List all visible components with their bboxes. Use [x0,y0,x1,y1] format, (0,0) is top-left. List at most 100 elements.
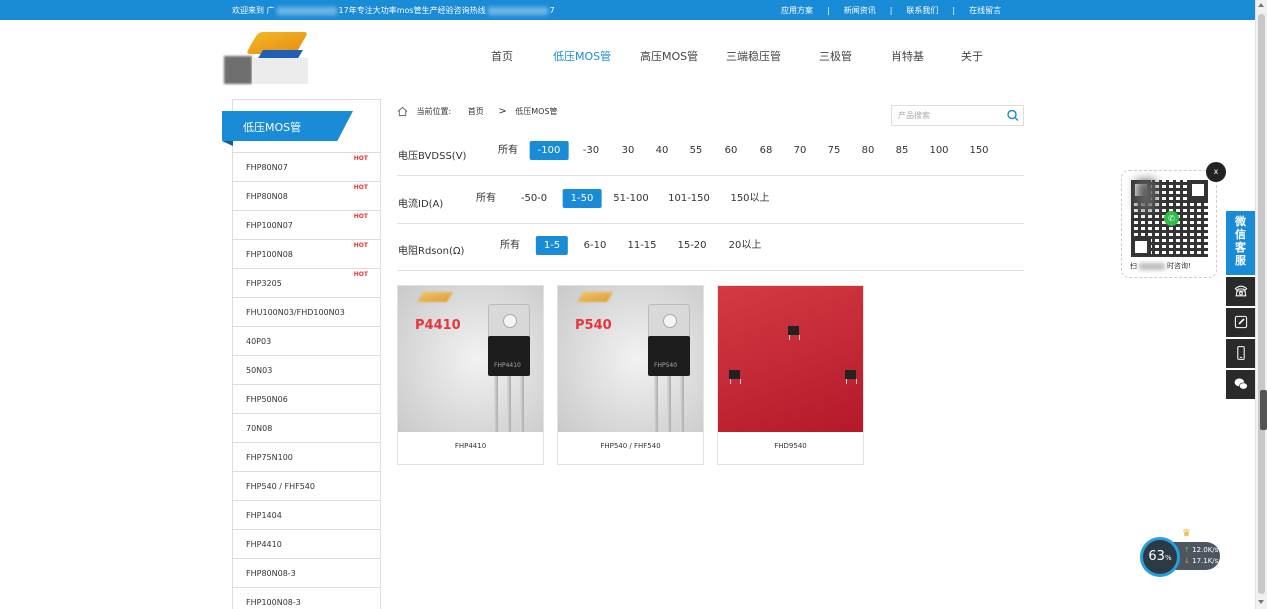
filter-option[interactable]: 75 [820,141,849,160]
upload-rate: ↑ 12.0K/s [1184,546,1218,554]
filter-option[interactable]: 150 [961,141,996,160]
filter-option[interactable]: 85 [888,141,917,160]
product-name[interactable]: FHD9540 [718,442,863,450]
transistor-leg [520,376,524,432]
product-image[interactable]: P540 FHP540 [558,286,703,432]
page-scrollbar[interactable] [1255,0,1267,609]
nav-item-regulator[interactable]: 三端稳压管 [726,48,781,64]
sidebar-item[interactable]: FHP50N06 [233,384,380,413]
filter-option[interactable]: 101-150 [660,189,718,208]
nav-item-about[interactable]: 关于 [961,48,983,64]
filter-option[interactable]: 20以上 [721,236,770,255]
edge-handle[interactable] [1260,390,1267,430]
filter-option-selected[interactable]: 1-50 [562,189,602,208]
site-logo[interactable] [224,24,309,84]
filter-option[interactable]: 6-10 [576,236,615,255]
home-icon [397,106,408,117]
sidebar-item[interactable]: FHP100N07 HOT [233,210,380,239]
filter-option[interactable]: 70 [786,141,815,160]
sidebar-item-label: 70N08 [246,424,273,433]
download-rate: ↓ 17.1K/s [1184,557,1218,565]
filter-option-selected[interactable]: 1-5 [535,236,569,255]
filter-option[interactable]: 40 [648,141,677,160]
nav-item-schottky[interactable]: 肖特基 [891,48,924,64]
filter-option[interactable]: 30 [614,141,643,160]
breadcrumb-prefix: 当前位置: [416,107,452,116]
sidebar-item[interactable]: 70N08 [233,413,380,442]
nav-item-transistor[interactable]: 三极管 [819,48,852,64]
wechat-service-label: 微信客服 [1235,215,1246,267]
filter-option[interactable]: -50-0 [513,189,555,208]
filter-option[interactable]: 68 [752,141,781,160]
wechat-logo-icon: ✆ [1164,211,1179,226]
watermark-logo [417,292,453,302]
filter-option[interactable]: 15-20 [669,236,714,255]
hot-badge: HOT [353,155,368,162]
sidebar-item[interactable]: FHP80N07 HOT [233,152,380,181]
sidebar-item-label: FHP50N06 [246,395,288,404]
product-card[interactable]: P540 FHP540 FHP540 / FHF540 [557,285,704,465]
edit-icon[interactable] [1226,308,1255,337]
filter-option[interactable]: 所有 [468,189,504,208]
transistor-tab [648,304,690,340]
mobile-icon[interactable] [1226,339,1255,368]
filter-label: 电阻Rdson(Ω) [398,246,465,257]
wechat-icon[interactable] [1226,370,1255,399]
breadcrumb-separator: > [498,106,507,117]
sidebar-item[interactable]: FHU100N03/FHD100N03 [233,297,380,326]
filter-option[interactable]: 所有 [490,141,526,160]
filter-option-selected[interactable]: -100 [529,141,569,160]
nav-item-high-voltage-mos[interactable]: 高压MOS管 [640,48,698,64]
sidebar-item-label: FHP100N07 [246,221,293,230]
product-card[interactable]: FHD9540 [717,285,864,465]
network-speed-widget[interactable]: ♛ 63% ↑ 12.0K/s ↓ 17.1K/s [1140,528,1220,577]
sidebar-item[interactable]: FHP3205 HOT [233,268,380,297]
phone-icon[interactable] [1226,277,1255,306]
sidebar-item[interactable]: FHP80N08 HOT [233,181,380,210]
product-image[interactable]: P4410 FHP4410 [398,286,543,432]
watermark-logo [577,292,613,302]
memory-usage: 63% [1140,537,1180,577]
breadcrumb-current: 低压MOS管 [515,107,558,116]
sidebar-item[interactable]: FHP100N08-3 [233,587,380,609]
filter-option[interactable]: 80 [854,141,883,160]
sidebar-item-label: FHP80N07 [246,163,288,172]
sidebar-item[interactable]: FHP100N08 HOT [233,239,380,268]
sidebar-item[interactable]: FHP1404 [233,500,380,529]
nav-item-low-voltage-mos[interactable]: 低压MOS管 [553,48,611,64]
scroll-down-arrow[interactable] [1258,600,1264,604]
product-name[interactable]: FHP540 / FHF540 [558,442,703,450]
filter-option[interactable]: 150以上 [722,189,777,208]
scrollbar-thumb[interactable] [1258,14,1265,594]
nav-item-home[interactable]: 首页 [491,48,513,64]
filter-option[interactable]: 100 [921,141,956,160]
top-link-contact[interactable]: 联系我们 [906,5,938,16]
scroll-up-arrow[interactable] [1258,3,1264,7]
breadcrumb-home[interactable]: 首页 [468,107,484,116]
search-button[interactable] [1003,106,1023,125]
filter-option[interactable]: 60 [717,141,746,160]
sidebar-title-fold [222,141,233,146]
top-link-message[interactable]: 在线留言 [969,5,1001,16]
search-input[interactable] [892,106,1004,125]
sidebar-item-label: FHP540 / FHF540 [246,482,315,491]
sidebar-item[interactable]: FHP4410 [233,529,380,558]
filter-option[interactable]: 55 [682,141,711,160]
filter-option[interactable]: 所有 [492,236,528,255]
sidebar-item[interactable]: FHP80N08-3 [233,558,380,587]
filter-option[interactable]: 11-15 [619,236,664,255]
sidebar-item[interactable]: 50N03 [233,355,380,384]
filter-option[interactable]: -30 [575,141,607,160]
sidebar-item[interactable]: 40P03 [233,326,380,355]
top-link-news[interactable]: 新闻资讯 [844,5,876,16]
filter-option[interactable]: 51-100 [605,189,656,208]
wechat-service-button[interactable]: 微信客服 [1226,211,1255,275]
product-card[interactable]: P4410 FHP4410 FHP4410 [397,285,544,465]
top-link-solutions[interactable]: 应用方案 [781,5,813,16]
product-image[interactable] [718,286,863,432]
transistor-leg [507,376,511,432]
close-icon[interactable]: x [1206,162,1226,182]
sidebar-item[interactable]: FHP75N100 [233,442,380,471]
sidebar-item[interactable]: FHP540 / FHF540 [233,471,380,500]
product-name[interactable]: FHP4410 [398,442,543,450]
